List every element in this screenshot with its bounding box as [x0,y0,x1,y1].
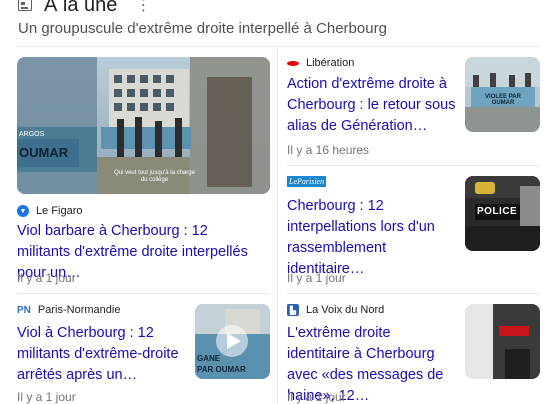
pn-logo: PN [17,304,31,316]
row-divider [17,293,270,294]
source-name: Libération [306,57,355,69]
liberation-headline-link[interactable]: Action d'extrême droite à Cherbourg : le… [287,74,457,137]
featured-time: Il y a 1 jour [17,271,76,285]
header-divider [17,46,540,47]
row-divider [287,293,540,294]
voix-du-nord-photo [465,304,540,379]
video-caption: Qui veut tout jusqu'à la charge du collè… [114,170,195,183]
featured-story-image[interactable]: OUMAR ARGOS Qui veut tout jusqu'à la cha… [17,57,270,194]
news-icon [18,0,32,11]
parisien-headline-link[interactable]: Cherbourg : 12 interpellations lors d'un… [287,196,457,280]
le-parisien-logo: LeParisien [287,176,327,187]
source-le-figaro: ▼ Le Figaro [17,205,82,217]
police-text: POLICE [477,206,518,217]
paris-normandie-thumbnail[interactable]: GANE PAR OUMAR [195,304,270,379]
parisien-time: Il y a 1 jour [287,271,346,285]
thumb-banner-top: GANE [197,354,221,363]
more-options-icon[interactable]: ⋮ [135,0,151,15]
paris-normandie-time: Il y a 1 jour [17,390,76,404]
row-divider [287,165,540,166]
voix-du-nord-time: Il y a 1 jour [287,390,346,404]
voix-du-nord-thumbnail[interactable] [465,304,540,379]
thumb-banner-bottom: PAR OUMAR [197,365,246,374]
section-title: À la une [44,0,118,16]
le-figaro-logo-icon: ▼ [17,205,29,217]
liberation-time: Il y a 16 heures [287,143,370,157]
source-paris-normandie: PN Paris-Normandie [17,304,120,316]
source-name: La Voix du Nord [306,304,385,316]
voix-du-nord-logo-icon: ▙ [287,304,299,316]
source-name: Paris-Normandie [37,304,121,316]
column-divider [277,48,278,404]
source-la-voix-du-nord: ▙ La Voix du Nord [287,304,384,316]
banner-text-small: ARGOS [19,131,45,138]
thumb-banner-text: VIOLEE PAR OUMAR [485,94,521,106]
source-liberation: Libération [287,57,354,69]
paris-normandie-headline-link[interactable]: Viol à Cherbourg : 12 militants d'extrêm… [17,323,187,386]
banner-text-left: OUMAR [19,145,69,160]
section-header: À la une ⋮ [18,0,151,16]
source-name: Le Figaro [36,205,83,217]
liberation-logo-icon [287,60,299,66]
source-le-parisien: LeParisien [287,176,333,187]
parisien-thumbnail[interactable]: POLICE [465,176,540,251]
section-subtitle: Un groupuscule d'extrême droite interpel… [18,20,387,37]
liberation-thumbnail[interactable]: VIOLEE PAR OUMAR [465,57,540,132]
